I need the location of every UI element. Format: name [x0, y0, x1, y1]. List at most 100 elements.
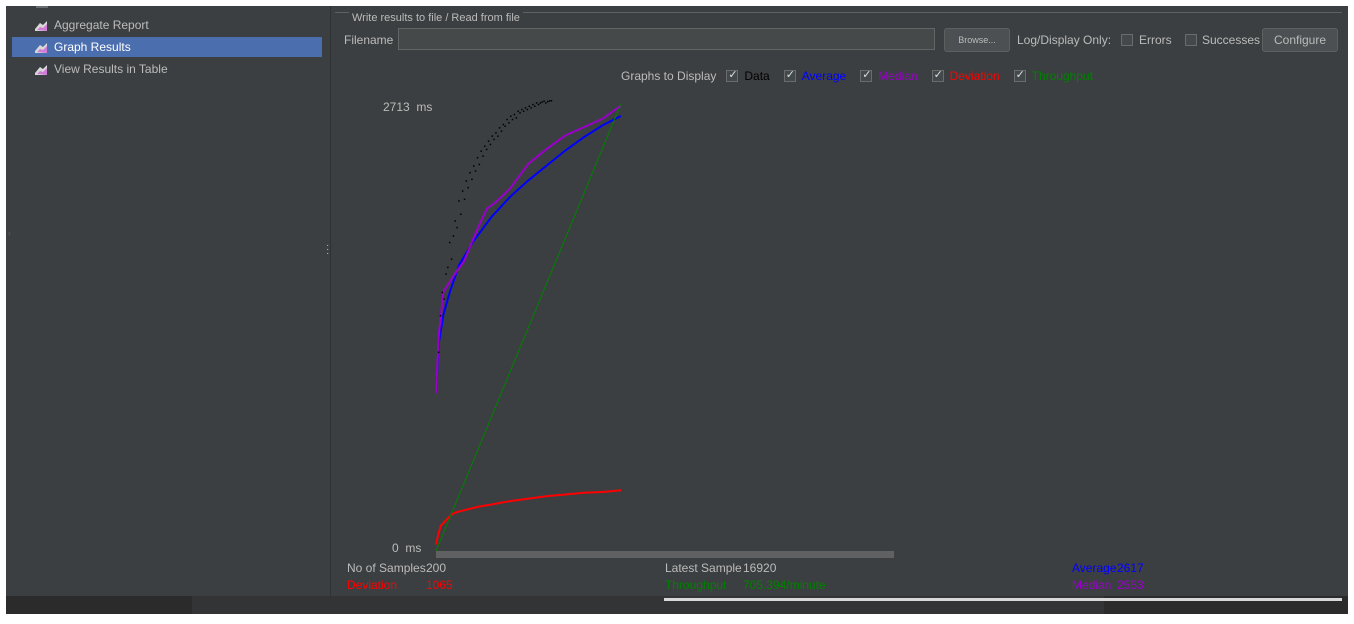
data-point: [454, 220, 456, 222]
data-point: [541, 101, 543, 103]
data-point: [524, 107, 527, 109]
data-point: [511, 118, 514, 121]
data-point: [498, 127, 501, 129]
data-point: [476, 157, 479, 159]
data-point: [449, 241, 451, 244]
data-point: [447, 266, 449, 269]
data-point: [502, 123, 505, 126]
split-pane-divider[interactable]: [324, 6, 331, 596]
data-point: [467, 186, 469, 189]
data-point: [473, 165, 475, 167]
data-point: [469, 172, 471, 174]
tree-item-label: View Results in Table: [54, 62, 168, 76]
data-point: [547, 100, 549, 103]
data-point: [478, 163, 481, 166]
data-point: [515, 117, 518, 119]
data-point: [452, 235, 455, 237]
data-point: [460, 213, 462, 215]
divider-grip-icon: · · ·: [326, 240, 330, 259]
data-point: [493, 138, 495, 141]
latest-sample-value: 16920: [743, 561, 777, 575]
data-point: [539, 102, 542, 104]
data-point: [484, 145, 486, 147]
data-point: [537, 103, 540, 106]
tree-item-label: Graph Results: [54, 40, 131, 54]
data-point: [517, 110, 519, 112]
data-point: [510, 115, 512, 117]
data-point: [482, 155, 484, 157]
throughput-stat-label: Throughput: [665, 578, 727, 592]
data-point: [495, 132, 497, 134]
data-point: [528, 105, 530, 107]
data-point: [485, 148, 488, 151]
tree-item-graph-results[interactable]: Graph Results: [12, 37, 322, 57]
data-point: [500, 130, 503, 132]
data-point: [513, 113, 516, 116]
y-max-unit: ms: [416, 100, 433, 114]
test-plan-tree: Aggregate Report Graph Results View Resu…: [6, 6, 324, 596]
data-point: [535, 102, 538, 104]
y-max-value: 2713: [383, 100, 410, 114]
median-stat-value: 2553: [1117, 578, 1144, 592]
latest-sample-label: Latest Sample: [665, 561, 742, 575]
data-point: [506, 118, 508, 121]
listener-graph-icon: [34, 62, 48, 76]
y-min-value: 0: [392, 541, 399, 555]
y-max-label: 2713 ms: [383, 100, 432, 114]
tree-item-view-results-in-table[interactable]: View Results in Table: [12, 59, 322, 79]
data-point: [489, 143, 492, 146]
bottom-scrollbar-thumb[interactable]: [664, 598, 1342, 601]
throughput-series-line: [435, 103, 622, 552]
data-point: [519, 112, 521, 114]
data-point: [534, 105, 536, 107]
data-point: [439, 314, 442, 317]
deviation-series-line: [435, 489, 622, 545]
average-series-line: [435, 115, 622, 394]
data-point: [532, 103, 534, 106]
deviation-stat-value: 1065: [426, 578, 453, 592]
data-point: [522, 110, 525, 112]
average-stat-label: Average: [1072, 561, 1117, 575]
deviation-stat-label: Deviation: [347, 578, 398, 592]
tree-item-label: Aggregate Report: [54, 18, 149, 32]
y-min-unit: ms: [405, 541, 422, 555]
bottom-scroll-area: [6, 596, 1348, 614]
data-point: [456, 226, 458, 229]
data-point: [437, 351, 440, 353]
left-edge-grip: ‹: [8, 228, 11, 238]
tree-item-aggregate-report[interactable]: Aggregate Report: [12, 15, 322, 35]
y-min-label: 0 ms: [392, 541, 421, 555]
jmeter-window: Aggregate Report Graph Results View Resu…: [6, 6, 1348, 614]
data-point: [441, 291, 443, 294]
average-stat-value: 2617: [1117, 561, 1144, 575]
data-point: [504, 125, 506, 127]
data-point: [491, 135, 493, 137]
data-point: [545, 102, 547, 104]
data-point: [445, 273, 447, 275]
graph-results-chart: [435, 100, 622, 552]
data-point: [550, 100, 553, 102]
data-point: [521, 108, 523, 111]
data-point: [461, 190, 464, 192]
data-point: [480, 150, 482, 152]
data-point: [508, 122, 510, 124]
data-point: [548, 100, 551, 102]
graph-results-panel: Write results to file / Read from file F…: [331, 6, 1348, 596]
data-point: [458, 200, 460, 202]
data-point: [463, 198, 466, 201]
median-series-line: [435, 104, 622, 394]
data-point: [443, 298, 445, 300]
data-point: [474, 170, 477, 172]
data-point: [526, 108, 529, 111]
data-point: [487, 140, 490, 142]
chart-horizontal-scrollbar[interactable]: [436, 551, 894, 558]
data-point: [471, 178, 473, 181]
tree-connector: [36, 6, 48, 8]
data-point: [465, 180, 468, 182]
data-point: [530, 107, 532, 109]
data-point: [450, 258, 453, 260]
listener-graph-icon: [34, 18, 48, 32]
data-point: [543, 100, 545, 102]
listener-graph-icon: [34, 40, 48, 54]
throughput-stat-value: 705.394/minute: [743, 578, 826, 592]
